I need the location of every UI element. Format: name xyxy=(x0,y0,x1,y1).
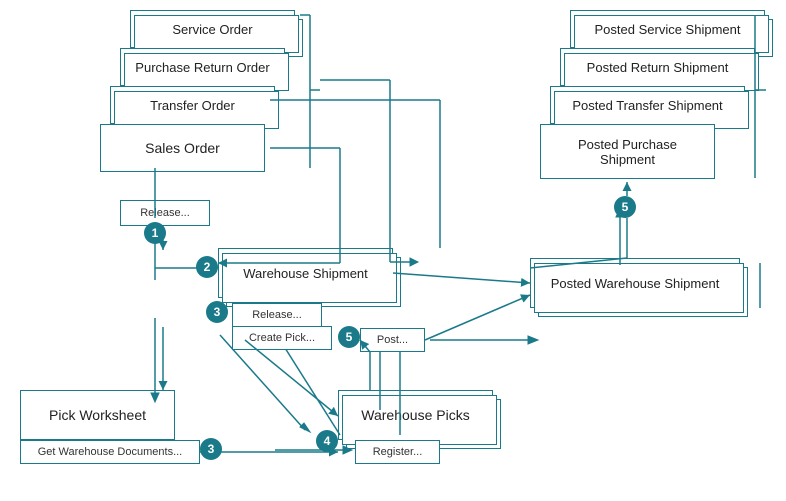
register-btn-label: Register... xyxy=(373,446,423,458)
posted-transfer-label: Posted Transfer Shipment xyxy=(572,98,722,113)
transfer-order-label: Transfer Order xyxy=(150,98,235,113)
get-warehouse-docs-button[interactable]: Get Warehouse Documents... xyxy=(20,440,200,464)
service-order-box: Service Order xyxy=(130,10,295,48)
posted-service-shipment-box: Posted Service Shipment xyxy=(570,10,765,48)
pick-worksheet-box: Pick Worksheet xyxy=(20,390,175,440)
step-4-circle: 4 xyxy=(316,430,338,452)
transfer-order-box: Transfer Order xyxy=(110,86,275,124)
create-pick-label: Create Pick... xyxy=(249,332,315,344)
purchase-return-order-box: Purchase Return Order xyxy=(120,48,285,86)
release-button-1[interactable]: Release... xyxy=(120,200,210,226)
posted-warehouse-label: Posted Warehouse Shipment xyxy=(551,276,720,291)
service-order-label: Service Order xyxy=(172,22,252,37)
diagram: Service Order Purchase Return Order Tran… xyxy=(0,0,786,501)
pick-worksheet-label: Pick Worksheet xyxy=(49,407,146,423)
warehouse-shipment-label: Warehouse Shipment xyxy=(243,266,368,281)
release-btn-2-label: Release... xyxy=(252,309,302,321)
posted-purchase-shipment-box: Posted Purchase Shipment xyxy=(540,124,715,179)
posted-return-shipment-box: Posted Return Shipment xyxy=(560,48,755,86)
step-5-circle-a: 5 xyxy=(338,326,360,348)
posted-service-label: Posted Service Shipment xyxy=(595,22,741,37)
register-button[interactable]: Register... xyxy=(355,440,440,464)
post-button[interactable]: Post... xyxy=(360,328,425,352)
step-5-circle-b: 5 xyxy=(614,196,636,218)
sales-order-label: Sales Order xyxy=(145,140,220,156)
posted-purchase-label: Posted Purchase Shipment xyxy=(578,137,677,167)
create-pick-button[interactable]: Create Pick... xyxy=(232,326,332,350)
sales-order-box: Sales Order xyxy=(100,124,265,172)
release-button-2[interactable]: Release... xyxy=(232,303,322,327)
step-3-circle-a: 3 xyxy=(206,301,228,323)
post-btn-label: Post... xyxy=(377,334,408,346)
warehouse-shipment-box: Warehouse Shipment xyxy=(218,248,393,298)
purchase-return-label: Purchase Return Order xyxy=(135,60,269,75)
release-btn-label: Release... xyxy=(140,207,190,219)
warehouse-picks-box: Warehouse Picks xyxy=(338,390,493,440)
posted-return-label: Posted Return Shipment xyxy=(587,60,729,75)
posted-transfer-shipment-box: Posted Transfer Shipment xyxy=(550,86,745,124)
step-2-circle: 2 xyxy=(196,256,218,278)
posted-warehouse-shipment-box: Posted Warehouse Shipment xyxy=(530,258,740,308)
warehouse-picks-label: Warehouse Picks xyxy=(361,407,469,423)
step-1-circle: 1 xyxy=(144,222,166,244)
step-3-circle-b: 3 xyxy=(200,438,222,460)
get-warehouse-docs-label: Get Warehouse Documents... xyxy=(38,446,183,458)
